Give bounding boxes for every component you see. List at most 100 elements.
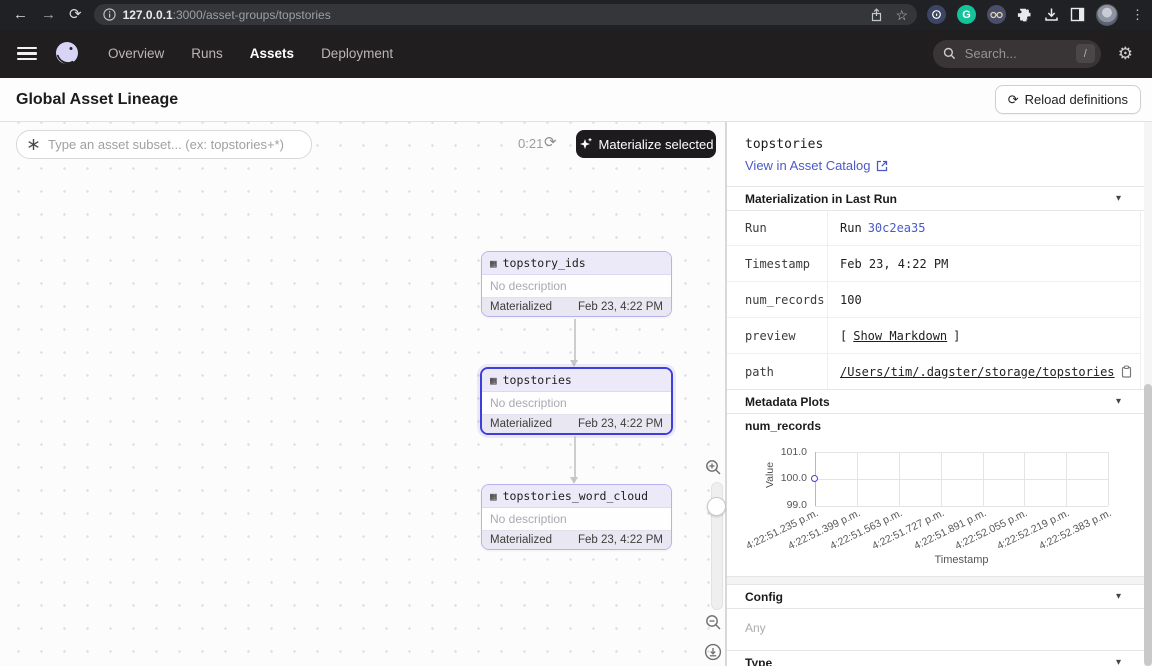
browser-forward-icon[interactable]: → bbox=[41, 7, 56, 22]
asset-graph-panel: 0:21 ⟳ Materialize selected ▦ topstory_id… bbox=[0, 122, 726, 666]
chevron-down-icon[interactable]: ▾ bbox=[1116, 657, 1121, 666]
table-row: path /Users/tim/.dagster/storage/topstor… bbox=[727, 354, 1140, 390]
show-markdown-link[interactable]: Show Markdown bbox=[853, 329, 947, 343]
section-metadata-plots-title: Metadata Plots bbox=[745, 395, 830, 409]
asset-node-topstories-word-cloud[interactable]: ▦topstories_word_cloud No description Ma… bbox=[481, 484, 672, 550]
asset-node-timestamp: Feb 23, 4:22 PM bbox=[578, 534, 663, 546]
grammarly-extension-icon[interactable]: G bbox=[957, 5, 976, 24]
edge-line bbox=[574, 436, 576, 477]
table-row: Timestamp Feb 23, 4:22 PM bbox=[727, 246, 1140, 282]
row-key: preview bbox=[727, 318, 828, 353]
lock-extension-icon[interactable] bbox=[927, 5, 946, 24]
app-navbar: Overview Runs Assets Deployment / ⚙ bbox=[0, 29, 1152, 78]
chevron-down-icon[interactable]: ▾ bbox=[1116, 396, 1121, 407]
asset-node-status: Materialized bbox=[490, 301, 552, 313]
table-icon: ▦ bbox=[490, 257, 497, 270]
bookmark-star-icon[interactable]: ☆ bbox=[895, 8, 908, 22]
data-point bbox=[811, 475, 818, 482]
browser-menu-icon[interactable]: ⋮ bbox=[1131, 7, 1144, 23]
puzzle-extensions-icon[interactable] bbox=[1017, 7, 1033, 23]
nav-item-deployment[interactable]: Deployment bbox=[321, 46, 393, 61]
section-config-title: Config bbox=[745, 590, 783, 604]
url-host: 127.0.0.1 bbox=[123, 8, 173, 22]
global-search[interactable]: / bbox=[933, 40, 1101, 68]
zoom-out-icon[interactable] bbox=[705, 614, 722, 631]
profile-avatar[interactable] bbox=[1096, 4, 1118, 26]
section-metadata-plots: Metadata Plots ▾ bbox=[727, 389, 1145, 414]
edge-arrowhead bbox=[570, 360, 578, 367]
run-value-prefix: Run bbox=[840, 221, 862, 235]
site-info-icon[interactable] bbox=[103, 8, 116, 21]
extensions-row: G ⋮ bbox=[927, 4, 1152, 26]
chart-x-axis-label: Timestamp bbox=[815, 554, 1108, 566]
section-type: Type ▾ bbox=[727, 650, 1145, 666]
table-row: preview [ Show Markdown] bbox=[727, 318, 1140, 354]
num-records-value: 100 bbox=[828, 293, 862, 307]
asset-node-status: Materialized bbox=[490, 534, 552, 546]
hamburger-menu-icon[interactable] bbox=[17, 44, 37, 64]
refresh-timer: 0:21 bbox=[518, 136, 543, 151]
side-panel-icon[interactable] bbox=[1070, 7, 1085, 22]
panel-scrollbar-thumb[interactable] bbox=[1144, 384, 1152, 666]
copy-clipboard-icon[interactable] bbox=[1121, 365, 1132, 378]
address-bar[interactable]: 127.0.0.1:3000/asset-groups/topstories ☆ bbox=[94, 4, 917, 25]
row-key: path bbox=[727, 354, 828, 389]
view-in-asset-catalog-label: View in Asset Catalog bbox=[745, 158, 871, 173]
primary-nav: Overview Runs Assets Deployment bbox=[108, 46, 393, 61]
glasses-extension-icon[interactable] bbox=[987, 5, 1006, 24]
config-value: Any bbox=[745, 621, 766, 635]
nav-item-assets[interactable]: Assets bbox=[250, 46, 294, 61]
browser-reload-icon[interactable]: ⟳ bbox=[69, 7, 82, 22]
sparkle-icon bbox=[579, 137, 593, 151]
asset-detail-panel: topstories View in Asset Catalog Materia… bbox=[726, 122, 1152, 666]
asset-node-description: No description bbox=[482, 392, 671, 414]
row-key: Run bbox=[727, 210, 828, 245]
download-icon[interactable] bbox=[1044, 7, 1059, 22]
asset-node-status: Materialized bbox=[490, 418, 552, 430]
share-icon[interactable] bbox=[870, 8, 883, 22]
table-icon: ▦ bbox=[490, 374, 497, 387]
chevron-down-icon[interactable]: ▾ bbox=[1116, 193, 1121, 204]
reload-definitions-icon: ⟳ bbox=[1008, 92, 1019, 108]
asset-node-topstories[interactable]: ▦topstories No description MaterializedF… bbox=[480, 367, 673, 435]
table-row: num_records 100 bbox=[727, 282, 1140, 318]
asset-node-topstory-ids[interactable]: ▦topstory_ids No description Materialize… bbox=[481, 251, 672, 317]
section-type-title: Type bbox=[745, 656, 772, 666]
reload-definitions-button[interactable]: ⟳ Reload definitions bbox=[995, 85, 1141, 114]
preview-bracket-open: [ bbox=[840, 329, 847, 343]
screen: ← → ⟳ 127.0.0.1:3000/asset-groups/topsto… bbox=[0, 0, 1152, 666]
run-id-link[interactable]: 30c2ea35 bbox=[868, 221, 926, 235]
materialization-table: Run Run 30c2ea35 Timestamp Feb 23, 4:22 … bbox=[727, 210, 1141, 390]
nav-item-overview[interactable]: Overview bbox=[108, 46, 164, 61]
zoom-in-icon[interactable] bbox=[705, 459, 722, 476]
url-path: :3000/asset-groups/topstories bbox=[173, 8, 331, 22]
gear-icon[interactable]: ⚙ bbox=[1118, 44, 1133, 64]
asset-filter[interactable] bbox=[16, 130, 312, 159]
row-key: num_records bbox=[727, 282, 828, 317]
section-config: Config ▾ bbox=[727, 584, 1145, 609]
y-tick: 101.0 bbox=[727, 446, 807, 458]
search-input[interactable] bbox=[963, 45, 1053, 62]
table-row: Run Run 30c2ea35 bbox=[727, 210, 1140, 246]
section-materialization: Materialization in Last Run ▾ bbox=[727, 186, 1145, 211]
materialize-selected-button[interactable]: Materialize selected bbox=[576, 130, 716, 158]
asset-node-name: topstories bbox=[503, 373, 572, 387]
timestamp-value: Feb 23, 4:22 PM bbox=[828, 257, 948, 271]
preview-bracket-close: ] bbox=[953, 329, 960, 343]
chevron-down-icon[interactable]: ▾ bbox=[1116, 591, 1121, 602]
edge-arrowhead bbox=[570, 477, 578, 484]
asset-filter-input[interactable] bbox=[46, 136, 288, 153]
asset-selector-icon bbox=[27, 138, 40, 151]
nav-item-runs[interactable]: Runs bbox=[191, 46, 223, 61]
view-in-asset-catalog-link[interactable]: View in Asset Catalog bbox=[745, 158, 888, 173]
edge-line bbox=[574, 319, 576, 360]
zoom-to-fit-icon[interactable] bbox=[704, 643, 722, 661]
table-icon: ▦ bbox=[490, 490, 497, 503]
dagster-logo[interactable] bbox=[52, 39, 82, 69]
browser-back-icon[interactable]: ← bbox=[13, 7, 28, 22]
zoom-slider-handle[interactable] bbox=[707, 497, 726, 516]
asset-node-name: topstory_ids bbox=[503, 256, 586, 270]
materialize-selected-label: Materialize selected bbox=[599, 137, 714, 152]
path-link[interactable]: /Users/tim/.dagster/storage/topstories bbox=[840, 365, 1115, 379]
graph-refresh-icon[interactable]: ⟳ bbox=[544, 133, 557, 151]
